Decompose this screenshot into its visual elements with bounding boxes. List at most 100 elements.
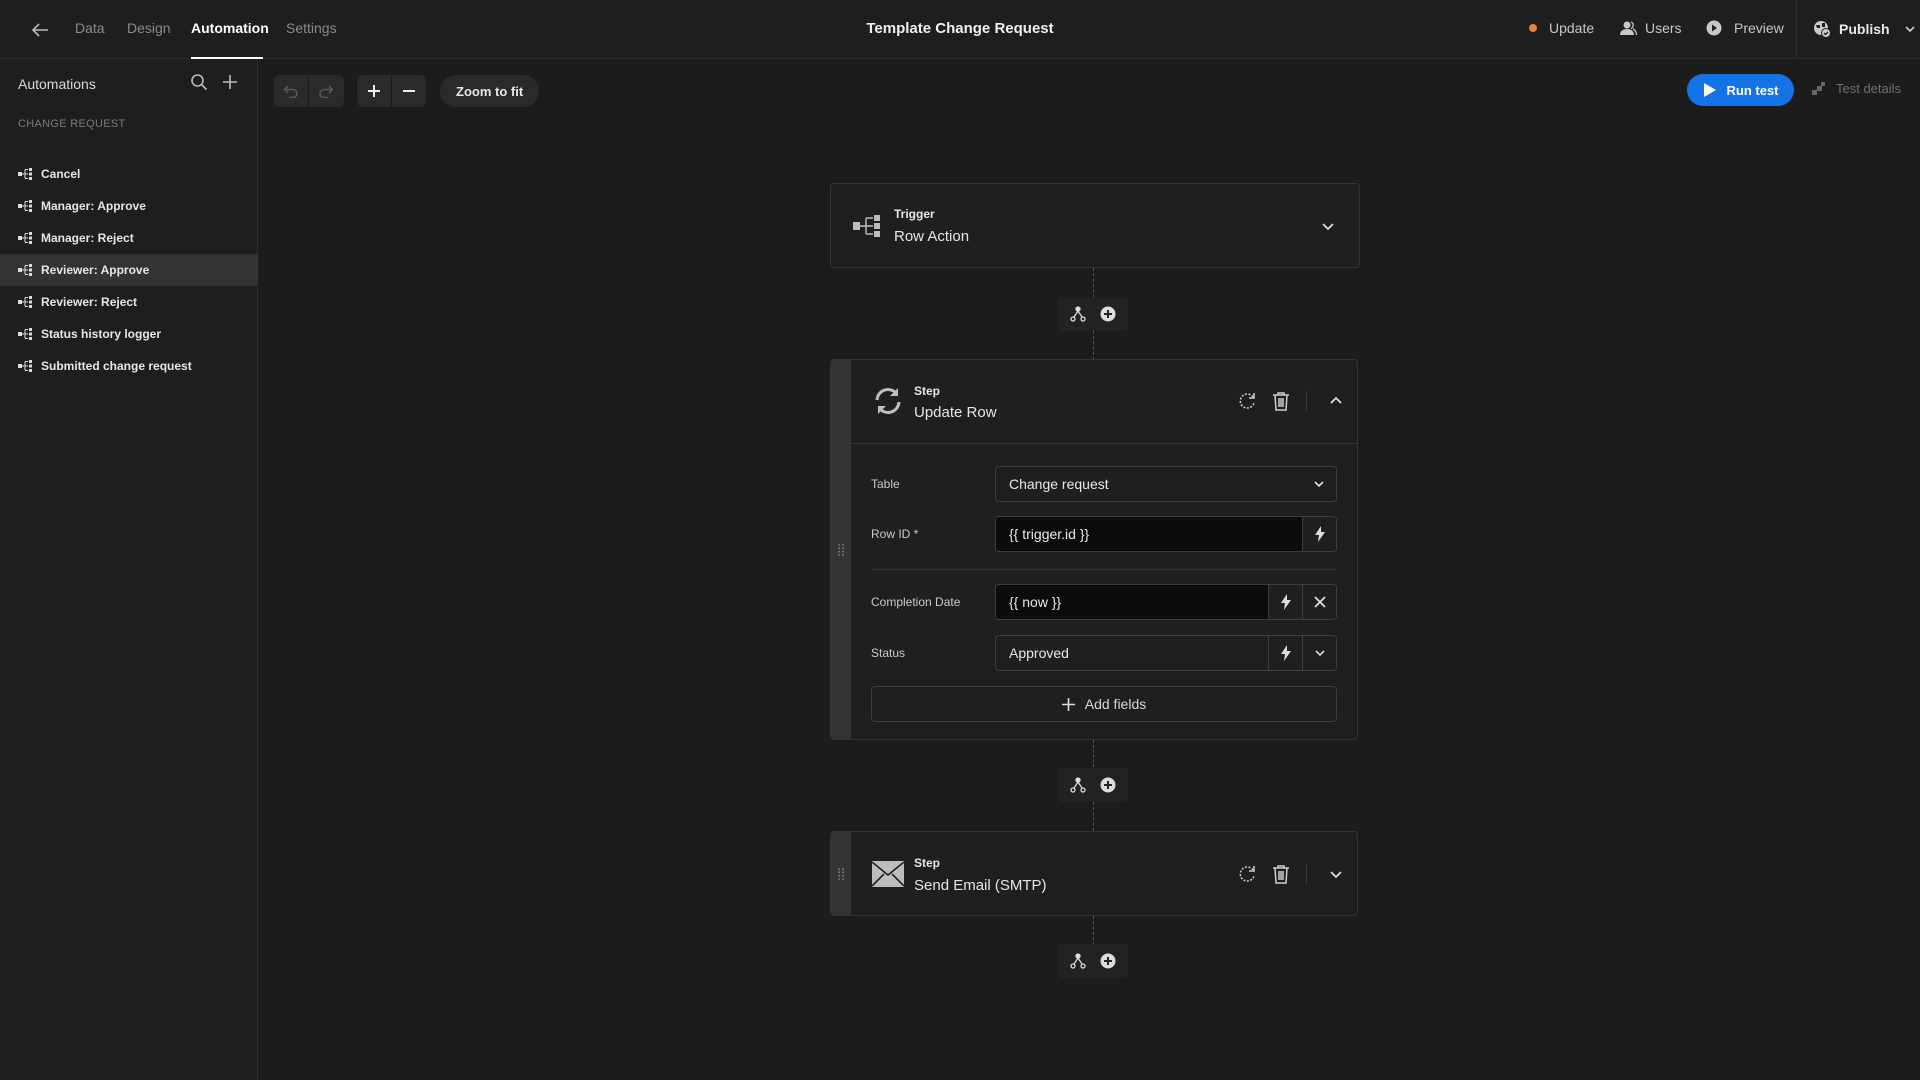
status-binding-button[interactable] [1268, 636, 1302, 670]
test-step-button[interactable] [1236, 390, 1258, 412]
sidebar-item-automation[interactable]: Status history logger [0, 318, 258, 350]
row-id-value[interactable]: {{ trigger.id }} [996, 517, 1302, 551]
expand-button[interactable] [1317, 215, 1339, 237]
tab-settings[interactable]: Settings [286, 20, 337, 36]
add-branch-button[interactable] [1069, 952, 1087, 970]
lightning-icon [1280, 594, 1291, 610]
tab-automation[interactable]: Automation [191, 20, 269, 36]
refresh-icon [1239, 393, 1255, 409]
users-icon [1620, 21, 1637, 36]
refresh-icon [1239, 866, 1255, 882]
update-button[interactable]: Update [1529, 20, 1594, 36]
sidebar-item-automation[interactable]: Reviewer: Approve [0, 254, 258, 286]
table-select[interactable]: Change request [995, 466, 1337, 502]
completion-date-field: Completion Date {{ now }} [871, 584, 1337, 620]
sidebar: Automations CHANGE REQUEST Cancel Manager… [0, 59, 258, 1080]
lightning-icon [1280, 645, 1291, 661]
test-details-button[interactable]: Test details [1812, 81, 1901, 96]
branch-icon [1070, 306, 1086, 322]
sidebar-item-label: Reviewer: Reject [41, 295, 138, 309]
add-step-button[interactable] [1099, 305, 1117, 323]
test-step-button[interactable] [1236, 863, 1258, 885]
delete-step-button[interactable] [1270, 390, 1292, 412]
redo-icon [318, 85, 334, 98]
preview-button[interactable]: Preview [1706, 20, 1784, 36]
add-fields-button[interactable]: Add fields [871, 686, 1337, 722]
arrow-left-icon [31, 23, 48, 37]
table-field: Table Change request [871, 466, 1337, 502]
lightning-icon [1314, 526, 1325, 542]
globe-check-icon [1814, 21, 1831, 38]
preview-label: Preview [1734, 20, 1784, 36]
add-automation-button[interactable] [221, 73, 241, 93]
drag-handle[interactable] [831, 360, 851, 739]
table-select-chevron[interactable] [1302, 467, 1336, 501]
search-button[interactable] [190, 73, 210, 93]
expand-button[interactable] [1325, 863, 1347, 885]
completion-date-value[interactable]: {{ now }} [996, 585, 1268, 619]
automation-icon [18, 168, 32, 180]
chevron-down-icon [1330, 871, 1342, 879]
zoom-in-button[interactable] [357, 75, 391, 107]
status-select[interactable]: Approved [995, 635, 1337, 671]
sidebar-item-label: Manager: Reject [41, 231, 134, 245]
status-dot-icon [1529, 24, 1537, 32]
drag-handle[interactable] [831, 832, 851, 915]
status-select-chevron[interactable] [1302, 636, 1336, 670]
tab-data[interactable]: Data [75, 20, 105, 36]
plus-circle-icon [1100, 953, 1116, 969]
test-details-icon [1812, 81, 1825, 95]
plus-icon [368, 85, 380, 97]
trigger-block[interactable]: Trigger Row Action [830, 183, 1360, 268]
tab-design[interactable]: Design [127, 20, 171, 36]
sidebar-item-automation[interactable]: Manager: Approve [0, 190, 258, 222]
sync-icon [873, 386, 903, 421]
sidebar-item-automation[interactable]: Submitted change request [0, 350, 258, 382]
row-id-binding-button[interactable] [1302, 517, 1336, 551]
users-label: Users [1645, 20, 1682, 36]
users-button[interactable]: Users [1620, 20, 1682, 36]
plus-icon [223, 75, 237, 89]
sidebar-section-label: CHANGE REQUEST [18, 118, 126, 130]
run-test-label: Run test [1726, 82, 1779, 98]
undo-button[interactable] [274, 75, 308, 107]
sidebar-item-automation[interactable]: Reviewer: Reject [0, 286, 258, 318]
add-branch-button[interactable] [1069, 305, 1087, 323]
clear-completion-date-button[interactable] [1302, 585, 1336, 619]
sidebar-item-label: Reviewer: Approve [41, 263, 150, 277]
plus-icon [1061, 697, 1075, 711]
row-id-label: Row ID * [871, 527, 919, 541]
play-icon [1703, 83, 1716, 97]
table-select-value: Change request [1009, 476, 1109, 492]
publish-button[interactable]: Publish [1813, 20, 1916, 38]
send-email-step[interactable]: Step Send Email (SMTP) [830, 831, 1358, 916]
plus-circle-icon [1100, 777, 1116, 793]
sidebar-item-automation[interactable]: Manager: Reject [0, 222, 258, 254]
add-fields-label: Add fields [1084, 696, 1147, 712]
sidebar-item-automation[interactable]: Cancel [0, 158, 258, 190]
add-branch-button[interactable] [1069, 776, 1087, 794]
zoom-out-button[interactable] [391, 75, 425, 107]
redo-button[interactable] [308, 75, 342, 107]
chevron-down-icon [1314, 481, 1324, 488]
completion-date-binding-button[interactable] [1268, 585, 1302, 619]
delete-step-button[interactable] [1270, 863, 1292, 885]
header-divider [1306, 391, 1307, 411]
fields-divider [871, 569, 1337, 570]
add-step-button[interactable] [1099, 952, 1117, 970]
zoom-controls [357, 75, 426, 107]
block-name: Update Row [914, 404, 997, 421]
row-id-input[interactable]: {{ trigger.id }} [995, 516, 1337, 552]
sidebar-item-label: Manager: Approve [41, 199, 146, 213]
block-kind-label: Trigger [894, 207, 935, 221]
collapse-button[interactable] [1325, 390, 1347, 412]
add-step-button[interactable] [1099, 776, 1117, 794]
run-test-button[interactable]: Run test [1687, 74, 1794, 106]
back-button[interactable] [28, 18, 52, 42]
play-circle-icon [1706, 20, 1722, 36]
completion-date-input[interactable]: {{ now }} [995, 584, 1337, 620]
zoom-to-fit-button[interactable]: Zoom to fit [440, 75, 540, 107]
branch-icon [1070, 953, 1086, 969]
close-icon [1313, 596, 1326, 608]
chevron-down-icon [1314, 650, 1325, 657]
